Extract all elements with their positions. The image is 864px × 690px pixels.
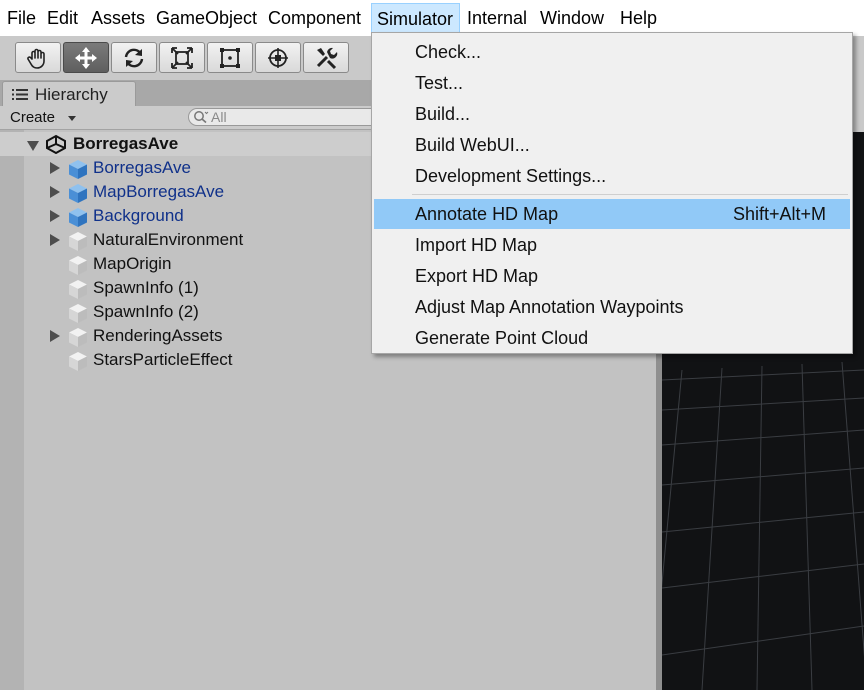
hierarchy-item-label: BorregasAve: [93, 158, 191, 177]
hand-tool-button[interactable]: [15, 42, 61, 73]
rect-icon: [220, 47, 240, 68]
scene-name: BorregasAve: [73, 134, 179, 153]
hierarchy-search-input[interactable]: All: [188, 108, 378, 126]
menu-help[interactable]: Help: [620, 3, 657, 33]
menu-gameobject[interactable]: GameObject: [156, 3, 257, 33]
menu-item-import-hd-map[interactable]: Import HD Map: [374, 230, 850, 260]
menu-item-check[interactable]: Check...: [374, 37, 850, 67]
simulator-menu-dropdown: Check... Test... Build... Build WebUI...…: [371, 32, 853, 354]
prefab-cube-icon: [69, 208, 87, 227]
rotate-tool-button[interactable]: [111, 42, 157, 73]
scale-icon: [171, 46, 193, 69]
custom-tool-icon: [316, 47, 338, 69]
search-icon: [194, 111, 209, 124]
gameobject-cube-icon: [69, 328, 87, 347]
expand-arrow-icon[interactable]: [50, 210, 60, 222]
hierarchy-item-label: SpawnInfo (2): [93, 302, 199, 321]
menu-item-annotate-hd-map[interactable]: Annotate HD Map Shift+Alt+M: [374, 199, 850, 229]
scale-tool-button[interactable]: [159, 42, 205, 73]
menu-item-label: Annotate HD Map: [415, 204, 559, 224]
menu-item-label: Adjust Map Annotation Waypoints: [415, 297, 684, 317]
gameobject-cube-icon: [69, 256, 87, 275]
menu-item-label: Development Settings...: [415, 166, 607, 186]
move-icon: [75, 46, 97, 69]
expand-arrow-icon[interactable]: [50, 234, 60, 246]
menu-item-label: Build...: [415, 104, 471, 124]
expand-arrow-icon[interactable]: [50, 186, 60, 198]
menu-item-label: Generate Point Cloud: [415, 328, 589, 348]
custom-tool-button[interactable]: [303, 42, 349, 73]
gameobject-cube-icon: [69, 304, 87, 323]
menu-separator: [412, 194, 848, 195]
menu-internal[interactable]: Internal: [467, 3, 527, 33]
chevron-down-icon: [68, 116, 76, 121]
menu-assets[interactable]: Assets: [91, 3, 145, 33]
rotate-icon: [124, 48, 144, 67]
hierarchy-item-label: Background: [93, 206, 184, 225]
menu-item-label: Import HD Map: [415, 235, 538, 255]
tab-hierarchy[interactable]: Hierarchy: [2, 81, 136, 106]
transform-icon: [268, 47, 288, 68]
menu-item-label: Export HD Map: [415, 266, 539, 286]
prefab-cube-icon: [69, 160, 87, 179]
menu-item-generate-point-cloud[interactable]: Generate Point Cloud: [374, 323, 850, 353]
menu-item-development-settings[interactable]: Development Settings...: [374, 161, 850, 191]
menu-item-test[interactable]: Test...: [374, 68, 850, 98]
menu-component[interactable]: Component: [268, 3, 361, 33]
menu-item-shortcut: Shift+Alt+M: [732, 204, 826, 224]
tab-hierarchy-label: Hierarchy: [35, 85, 108, 104]
hierarchy-item-label: MapOrigin: [93, 254, 172, 273]
menu-item-build[interactable]: Build...: [374, 99, 850, 129]
menu-bar: File Edit Assets GameObject Component Si…: [0, 0, 864, 36]
rect-tool-button[interactable]: [207, 42, 253, 73]
expand-arrow-icon[interactable]: [50, 330, 60, 342]
create-label: Create: [10, 109, 56, 126]
menu-item-label: Build WebUI...: [415, 135, 530, 155]
hierarchy-item-label: RenderingAssets: [93, 326, 223, 345]
hierarchy-item-label: MapBorregasAve: [93, 182, 225, 201]
hierarchy-item-label: NaturalEnvironment: [93, 230, 244, 249]
menu-item-build-webui[interactable]: Build WebUI...: [374, 130, 850, 160]
menu-file[interactable]: File: [7, 3, 36, 33]
hierarchy-item-label: SpawnInfo (1): [93, 278, 199, 297]
menu-item-adjust-waypoints[interactable]: Adjust Map Annotation Waypoints: [374, 292, 850, 322]
menu-item-export-hd-map[interactable]: Export HD Map: [374, 261, 850, 291]
gameobject-cube-icon: [69, 280, 87, 299]
expand-arrow-icon[interactable]: [27, 141, 39, 151]
menu-simulator[interactable]: Simulator: [371, 3, 460, 33]
unity-scene-icon: [46, 134, 66, 154]
transform-tool-button[interactable]: [255, 42, 301, 73]
search-placeholder: All: [211, 109, 227, 125]
prefab-cube-icon: [69, 184, 87, 203]
gameobject-cube-icon: [69, 352, 87, 371]
create-dropdown-button[interactable]: Create: [10, 108, 80, 128]
hand-icon: [27, 48, 45, 69]
gameobject-cube-icon: [69, 232, 87, 251]
menu-item-label: Check...: [415, 42, 482, 62]
menu-edit[interactable]: Edit: [47, 3, 78, 33]
hierarchy-item-label: StarsParticleEffect: [93, 350, 233, 369]
expand-arrow-icon[interactable]: [50, 162, 60, 174]
menu-item-label: Test...: [415, 73, 464, 93]
list-icon: [12, 89, 28, 100]
move-tool-button[interactable]: [63, 42, 109, 73]
menu-window[interactable]: Window: [540, 3, 604, 33]
